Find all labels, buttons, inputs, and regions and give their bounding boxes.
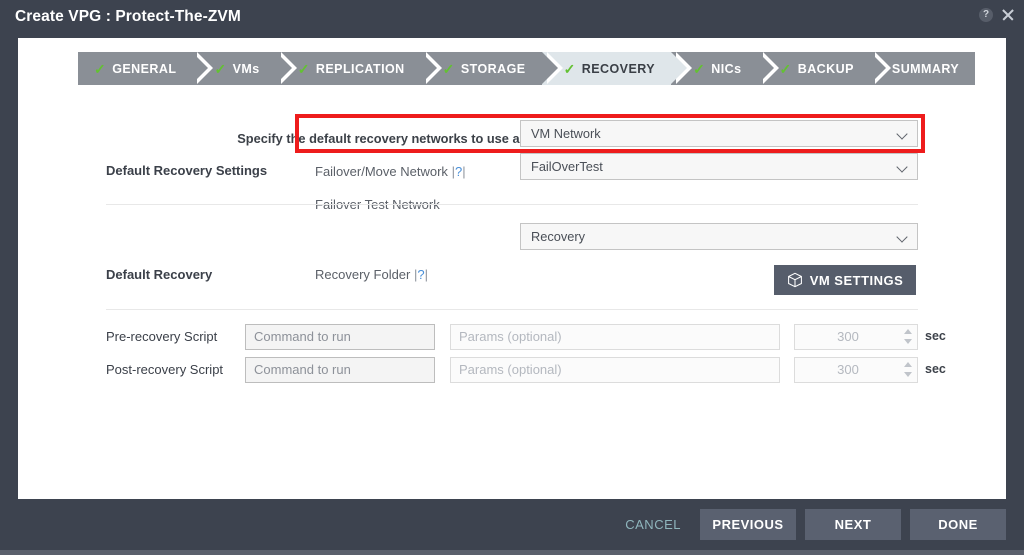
- stepper-down-icon[interactable]: [904, 339, 912, 344]
- field-label-text: Recovery Folder: [315, 267, 411, 282]
- section-divider-2: [106, 309, 918, 310]
- wizard-step-label: RECOVERY: [581, 61, 656, 76]
- wizard-step-label: SUMMARY: [891, 61, 960, 76]
- wizard-step-bar: ✓ GENERAL ✓ VMs ✓ REPLICATION ✓ STORAGE …: [78, 52, 976, 85]
- done-button[interactable]: DONE: [910, 509, 1006, 540]
- wizard-step-label: REPLICATION: [315, 61, 405, 76]
- window-bottom-strip: [0, 550, 1024, 555]
- bar-glyph: |: [462, 164, 466, 179]
- post-recovery-timeout-unit: sec: [925, 362, 946, 376]
- post-recovery-command-input[interactable]: Command to run: [245, 357, 435, 383]
- select-value: FailOverTest: [531, 159, 603, 174]
- cancel-button[interactable]: CANCEL: [615, 517, 691, 532]
- window-title-bar: Create VPG : Protect-The-ZVM ?: [0, 0, 1024, 38]
- field-label-pre-recovery-script: Pre-recovery Script: [106, 329, 218, 344]
- footer-actions: CANCEL PREVIOUS NEXT DONE: [615, 509, 1006, 540]
- pre-recovery-timeout-input[interactable]: 300: [794, 324, 918, 350]
- failover-move-network-select[interactable]: VM Network: [520, 120, 918, 147]
- timeout-value: 300: [837, 362, 859, 377]
- field-label-text: Failover/Move Network: [315, 164, 448, 179]
- bar-glyph: |: [424, 267, 429, 282]
- check-icon: ✓: [297, 60, 310, 77]
- chevron-down-icon: [898, 130, 907, 139]
- cube-icon: [787, 272, 803, 288]
- wizard-step-label: GENERAL: [112, 61, 177, 76]
- section-heading-default-recovery: Default Recovery: [106, 267, 213, 282]
- field-help-link[interactable]: ?: [417, 267, 424, 282]
- wizard-panel: ✓ GENERAL ✓ VMs ✓ REPLICATION ✓ STORAGE …: [18, 38, 1006, 499]
- quantity-stepper[interactable]: [903, 328, 913, 346]
- wizard-step-label: VMs: [232, 61, 260, 76]
- check-icon: ✓: [442, 60, 455, 77]
- select-value: Recovery: [531, 229, 586, 244]
- section-heading-default-recovery-settings: Default Recovery Settings: [106, 163, 268, 178]
- wizard-step-label: BACKUP: [797, 61, 854, 76]
- wizard-step-replication[interactable]: ✓ REPLICATION: [275, 52, 442, 85]
- check-icon: ✓: [94, 60, 107, 77]
- stepper-up-icon[interactable]: [904, 362, 912, 367]
- chevron-down-icon: [898, 233, 907, 242]
- wizard-footer: CANCEL PREVIOUS NEXT DONE: [0, 499, 1024, 550]
- help-circle-icon[interactable]: ?: [979, 7, 993, 22]
- stepper-down-icon[interactable]: [904, 372, 912, 377]
- post-recovery-timeout-input[interactable]: 300: [794, 357, 918, 383]
- field-label-failover-move-network: Failover/Move Network |?|: [315, 164, 466, 179]
- vm-settings-button[interactable]: VM SETTINGS: [774, 265, 916, 295]
- quantity-stepper[interactable]: [903, 361, 913, 379]
- stepper-up-icon[interactable]: [904, 329, 912, 334]
- field-label-recovery-folder: Recovery Folder |?|: [315, 267, 428, 282]
- next-button[interactable]: NEXT: [805, 509, 901, 540]
- close-icon[interactable]: [1000, 7, 1015, 22]
- recovery-folder-select[interactable]: Recovery: [520, 223, 918, 250]
- page-title: Create VPG : Protect-The-ZVM: [15, 8, 241, 25]
- wizard-step-label: STORAGE: [460, 61, 526, 76]
- vm-settings-label: VM SETTINGS: [809, 272, 904, 288]
- chevron-down-icon: [898, 163, 907, 172]
- select-value: VM Network: [531, 126, 601, 141]
- check-icon: ✓: [563, 60, 576, 77]
- window-controls: ?: [979, 7, 1015, 22]
- pre-recovery-command-input[interactable]: Command to run: [245, 324, 435, 350]
- failover-test-network-select[interactable]: FailOverTest: [520, 153, 918, 180]
- wizard-step-general[interactable]: ✓ GENERAL: [78, 52, 214, 85]
- timeout-value: 300: [837, 329, 859, 344]
- section-divider-1: [106, 204, 918, 205]
- pre-recovery-params-input[interactable]: Params (optional): [450, 324, 780, 350]
- check-icon: ✓: [693, 60, 706, 77]
- check-icon: ✓: [214, 60, 227, 77]
- field-label-post-recovery-script: Post-recovery Script: [106, 362, 224, 377]
- wizard-step-label: NICs: [711, 61, 742, 76]
- post-recovery-params-input[interactable]: Params (optional): [450, 357, 780, 383]
- check-icon: ✓: [779, 60, 792, 77]
- pre-recovery-timeout-unit: sec: [925, 329, 946, 343]
- previous-button[interactable]: PREVIOUS: [700, 509, 796, 540]
